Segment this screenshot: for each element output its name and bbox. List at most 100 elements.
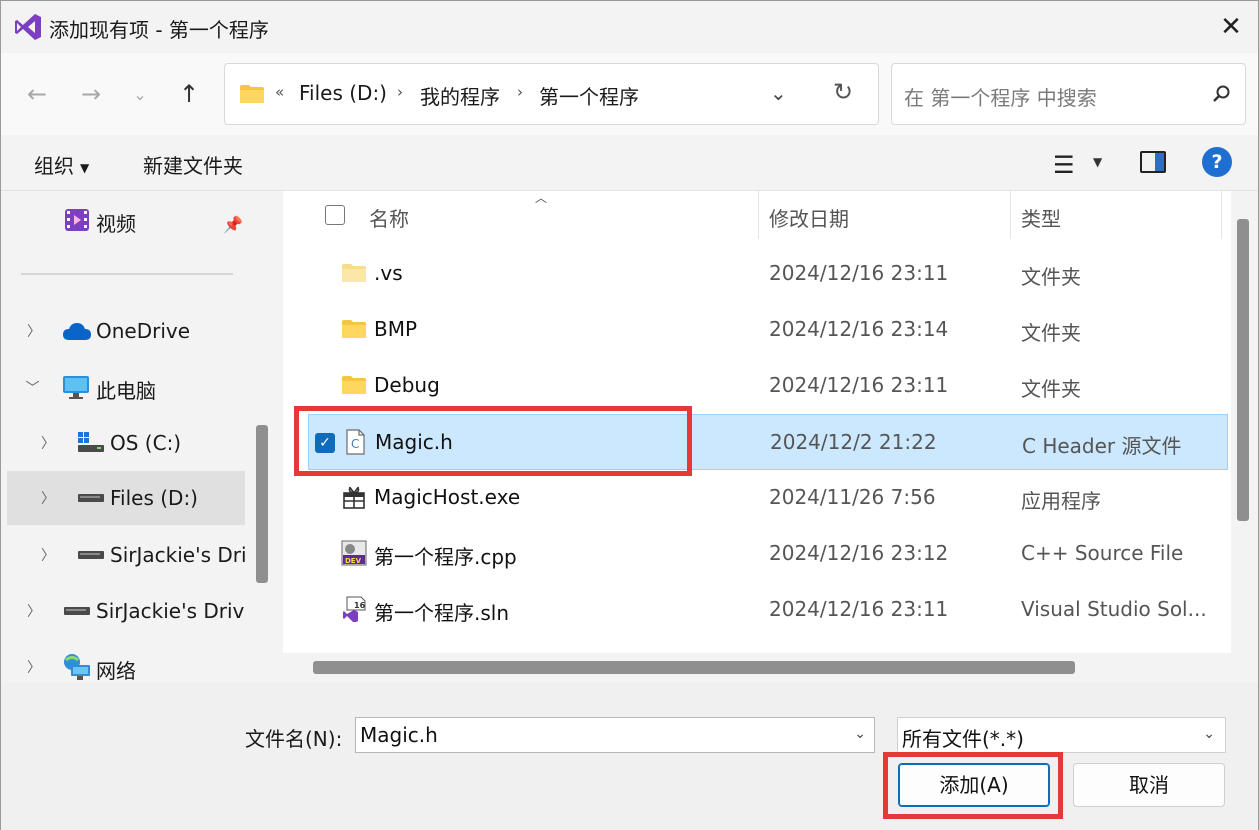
file-row-selected[interactable]: ✓ C Magic.h 2024/12/2 21:22 C Header 源文件 (308, 414, 1228, 470)
cancel-button[interactable]: 取消 (1073, 763, 1225, 807)
chevron-down-icon[interactable]: 〉 (22, 380, 42, 394)
file-type: C++ Source File (1021, 541, 1184, 565)
sidebar-item-this-pc[interactable]: 〉 此电脑 (1, 360, 245, 414)
column-headers: ︿ 名称 修改日期 类型 (283, 191, 1231, 239)
file-type-filter[interactable]: 所有文件(*.*) ⌄ (897, 717, 1226, 753)
row-checkbox-checked[interactable]: ✓ (315, 433, 335, 453)
file-date: 2024/12/16 23:11 (769, 373, 949, 397)
network-icon (64, 654, 90, 680)
file-row[interactable]: .vs 2024/12/16 23:11 文件夹 (283, 246, 1228, 302)
navigation-bar: ← → ⌄ ↑ « Files (D:) › 我的程序 › 第一个程序 ⌄ ↻ … (1, 53, 1258, 135)
select-all-checkbox[interactable] (325, 205, 345, 225)
sidebar-item-drive-c[interactable]: 〉 OS (C:) (1, 416, 245, 470)
sidebar-item-sirjackie-drive-1[interactable]: 〉 SirJackie's Dri (1, 528, 245, 582)
help-icon[interactable]: ? (1202, 147, 1232, 177)
chevron-down-icon[interactable]: ⌄ (854, 726, 866, 742)
video-icon (65, 209, 89, 231)
sidebar-item-sirjackie-drive-2[interactable]: 〉 SirJackie's Drive (1, 584, 245, 638)
navigation-pane: 视频 📌 〉 OneDrive 〉 此电脑 〉 OS (C:) 〉 Files … (1, 191, 273, 683)
list-view-icon: ☰ (1053, 151, 1075, 179)
chevron-right-icon[interactable]: 〉 (41, 545, 55, 565)
file-date: 2024/12/16 23:12 (769, 541, 949, 565)
chevron-right-icon[interactable]: 〉 (41, 433, 55, 453)
column-divider[interactable] (1010, 191, 1011, 239)
file-name: BMP (374, 317, 418, 341)
close-button[interactable]: ✕ (1212, 9, 1250, 45)
svg-text:16: 16 (354, 601, 366, 610)
forward-button[interactable]: → (74, 77, 108, 111)
refresh-button[interactable]: ↻ (833, 78, 853, 106)
file-list-horizontal-scrollbar[interactable] (313, 661, 1075, 674)
new-folder-button[interactable]: 新建文件夹 (143, 150, 243, 179)
file-type: 文件夹 (1021, 321, 1081, 345)
folder-icon (342, 320, 366, 338)
sidebar-item-onedrive[interactable]: 〉 OneDrive (1, 304, 245, 358)
chevron-right-icon[interactable]: 〉 (27, 601, 41, 621)
window-title: 添加现有项 - 第一个程序 (49, 18, 269, 42)
visual-studio-logo-icon (15, 14, 41, 40)
breadcrumb-drive[interactable]: Files (D:) (299, 81, 387, 105)
filter-value: 所有文件(*.*) (902, 727, 1024, 751)
file-row[interactable]: DEV 第一个程序.cpp 2024/12/16 23:12 C++ Sourc… (283, 526, 1228, 582)
file-row[interactable]: BMP 2024/12/16 23:14 文件夹 (283, 302, 1228, 358)
folder-icon (342, 264, 366, 282)
sidebar-item-label: 网络 (96, 659, 136, 683)
cloud-icon (63, 323, 91, 340)
file-name: Debug (374, 373, 440, 397)
chevron-down-icon[interactable]: ⌄ (1203, 726, 1215, 742)
chevron-right-icon[interactable]: 〉 (27, 321, 41, 341)
svg-text:C: C (351, 437, 359, 451)
sidebar-scrollbar[interactable] (256, 425, 268, 583)
column-header-name[interactable]: 名称 (369, 203, 409, 232)
arrow-right-icon: → (80, 80, 102, 108)
organize-menu[interactable]: 组织 ▼ (34, 150, 89, 179)
file-type: 应用程序 (1021, 489, 1101, 513)
back-button[interactable]: ← (20, 77, 54, 111)
chevron-down-icon: ⌄ (133, 84, 147, 104)
drive-icon (78, 494, 104, 502)
filename-label: 文件名(N): (245, 727, 343, 751)
file-name: 第一个程序.sln (374, 601, 510, 625)
chevron-right-icon[interactable]: 〉 (27, 657, 41, 677)
chevron-right-icon[interactable]: 〉 (41, 488, 55, 508)
filename-value[interactable]: Magic.h (360, 723, 438, 747)
folder-icon (240, 85, 264, 103)
breadcrumb-separator[interactable]: › (517, 83, 523, 101)
sidebar-item-videos[interactable]: 视频 📌 (1, 193, 245, 247)
column-divider[interactable] (1221, 191, 1222, 239)
view-caret-icon[interactable]: ▼ (1093, 155, 1102, 169)
column-divider[interactable] (758, 191, 759, 239)
breadcrumb-my-programs[interactable]: 我的程序 (420, 81, 500, 110)
file-row[interactable]: Debug 2024/12/16 23:11 文件夹 (283, 358, 1228, 414)
recent-locations-button[interactable]: ⌄ (123, 77, 157, 111)
pin-icon[interactable]: 📌 (223, 215, 243, 234)
add-button[interactable]: 添加(A) (898, 763, 1050, 807)
column-header-modified[interactable]: 修改日期 (769, 203, 849, 232)
column-header-type[interactable]: 类型 (1021, 203, 1061, 232)
address-history-dropdown[interactable]: ⌄ (770, 81, 787, 105)
search-box[interactable]: 在 第一个程序 中搜索 (891, 63, 1246, 125)
computer-icon (63, 376, 89, 399)
arrow-left-icon: ← (26, 80, 48, 108)
dialog-footer: 文件名(N): Magic.h ⌄ 所有文件(*.*) ⌄ 添加(A) 取消 (1, 683, 1258, 830)
filename-combobox[interactable]: Magic.h ⌄ (355, 717, 875, 753)
file-type: C Header 源文件 (1022, 434, 1182, 458)
search-icon (1213, 85, 1230, 102)
add-existing-item-dialog: 添加现有项 - 第一个程序 ✕ ← → ⌄ ↑ « Files (D:) › 我… (0, 0, 1259, 830)
overflow-chevron[interactable]: « (275, 83, 284, 101)
sidebar-item-label: OS (C:) (110, 431, 182, 455)
breadcrumb-current-folder[interactable]: 第一个程序 (539, 81, 639, 110)
close-icon: ✕ (1220, 12, 1242, 42)
dev-cpp-file-icon: DEV (341, 540, 367, 566)
file-list-vertical-scrollbar[interactable] (1237, 219, 1249, 521)
breadcrumb-separator[interactable]: › (397, 83, 403, 101)
preview-pane-icon[interactable] (1140, 151, 1166, 173)
file-row[interactable]: 16 第一个程序.sln 2024/12/16 23:11 Visual Stu… (283, 582, 1228, 638)
address-bar[interactable]: « Files (D:) › 我的程序 › 第一个程序 ⌄ ↻ (224, 63, 879, 125)
sidebar-item-label: 视频 (96, 212, 136, 236)
view-options-button[interactable]: ☰ (1053, 151, 1075, 179)
sidebar-item-drive-d[interactable]: 〉 Files (D:) (7, 471, 245, 525)
file-date: 2024/12/16 23:11 (769, 261, 949, 285)
up-button[interactable]: ↑ (172, 77, 206, 111)
file-row[interactable]: MagicHost.exe 2024/11/26 7:56 应用程序 (283, 470, 1228, 526)
